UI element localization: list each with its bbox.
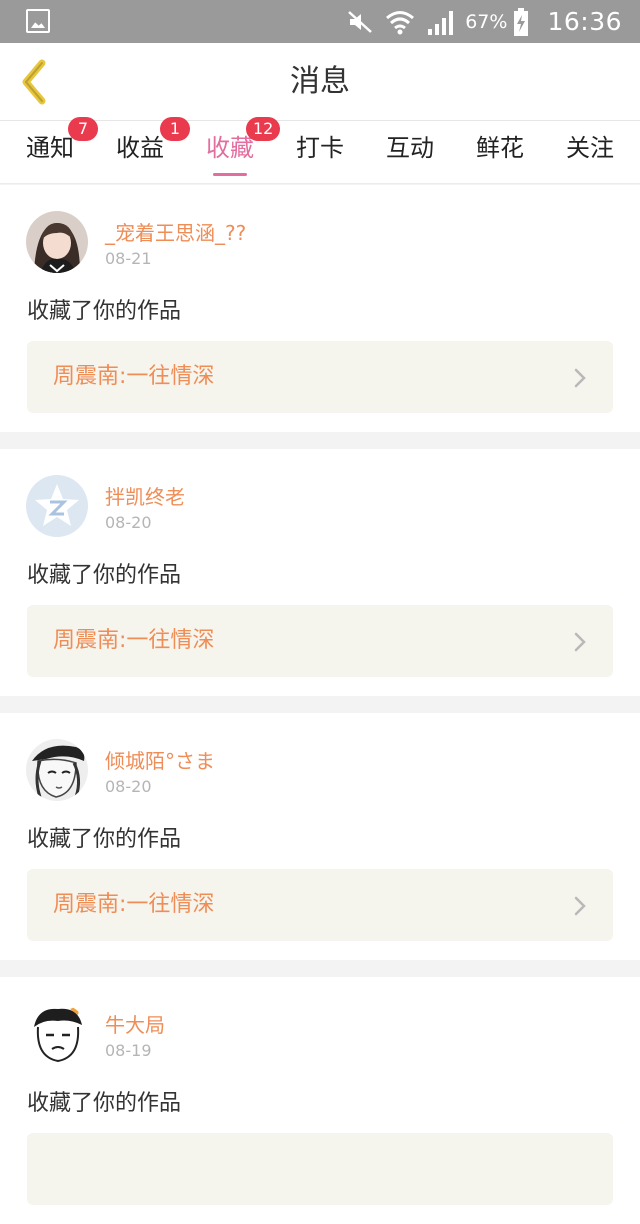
avatar[interactable] xyxy=(26,1003,88,1065)
cartoon-avatar-icon xyxy=(26,1003,88,1065)
photo-avatar-icon xyxy=(26,211,88,273)
work-link[interactable]: 周震南:一往情深 xyxy=(27,341,613,413)
unread-badge: 1 xyxy=(160,117,190,141)
action-text: 收藏了你的作品 xyxy=(27,827,182,852)
tab-label: 关注 xyxy=(566,134,614,162)
tab-flowers[interactable]: 鲜花 xyxy=(462,121,538,184)
username[interactable]: 牛大局 xyxy=(105,1009,165,1038)
clock: 16:36 xyxy=(547,7,622,36)
status-bar: 67% 16:36 xyxy=(0,0,640,43)
action-text: 收藏了你的作品 xyxy=(27,299,182,324)
list-item: 牛大局 08-19 收藏了你的作品 xyxy=(0,977,640,1224)
tab-checkin[interactable]: 打卡 xyxy=(282,121,358,184)
mute-icon xyxy=(348,10,373,33)
default-qq-avatar-icon xyxy=(26,475,88,537)
tab-label: 收藏 xyxy=(206,134,254,162)
tab-favorites[interactable]: 收藏 12 xyxy=(192,117,281,184)
signal-icon xyxy=(428,10,454,35)
work-link[interactable] xyxy=(27,1133,613,1205)
app-header: 消息 xyxy=(0,43,640,121)
battery-percent: 67% xyxy=(465,10,508,33)
tab-follow[interactable]: 关注 xyxy=(552,121,628,184)
action-text: 收藏了你的作品 xyxy=(27,563,182,588)
work-link[interactable]: 周震南:一往情深 xyxy=(27,869,613,941)
tab-label: 通知 xyxy=(26,134,74,162)
username[interactable]: 倾城陌°さま xyxy=(105,745,215,774)
action-text: 收藏了你的作品 xyxy=(27,1091,182,1116)
work-title: 周震南:一往情深 xyxy=(53,628,215,653)
tab-bar: 通知 7 收益 1 收藏 12 打卡 互动 鲜花 关注 xyxy=(0,117,640,184)
timestamp: 08-20 xyxy=(105,777,152,796)
work-title: 周震南:一往情深 xyxy=(53,892,215,917)
anime-avatar-icon xyxy=(26,739,88,801)
tab-label: 打卡 xyxy=(296,134,344,162)
tab-label: 互动 xyxy=(386,134,434,162)
unread-badge: 12 xyxy=(246,117,281,141)
tab-interaction[interactable]: 互动 xyxy=(372,121,448,184)
tab-notifications[interactable]: 通知 7 xyxy=(12,117,98,184)
list-item: 倾城陌°さま 08-20 收藏了你的作品 周震南:一往情深 xyxy=(0,713,640,960)
timestamp: 08-20 xyxy=(105,513,152,532)
tab-label: 收益 xyxy=(116,134,164,162)
list-item: _宠着王思涵_?? 08-21 收藏了你的作品 周震南:一往情深 xyxy=(0,185,640,432)
chevron-right-icon xyxy=(574,632,586,652)
page-title: 消息 xyxy=(290,64,350,99)
battery-charging-icon xyxy=(514,7,529,36)
tab-earnings[interactable]: 收益 1 xyxy=(102,117,190,184)
unread-badge: 7 xyxy=(68,117,98,141)
active-tab-indicator xyxy=(213,173,247,176)
username[interactable]: _宠着王思涵_?? xyxy=(105,217,246,246)
chevron-right-icon xyxy=(574,896,586,916)
wifi-icon xyxy=(386,10,415,34)
chevron-right-icon xyxy=(574,368,586,388)
work-title: 周震南:一往情深 xyxy=(53,364,215,389)
username[interactable]: 拌凯终老 xyxy=(105,481,185,510)
avatar[interactable] xyxy=(26,475,88,537)
work-link[interactable]: 周震南:一往情深 xyxy=(27,605,613,677)
image-icon xyxy=(26,9,50,33)
avatar[interactable] xyxy=(26,211,88,273)
list-item: 拌凯终老 08-20 收藏了你的作品 周震南:一往情深 xyxy=(0,449,640,696)
timestamp: 08-21 xyxy=(105,249,152,268)
tab-label: 鲜花 xyxy=(476,134,524,162)
timestamp: 08-19 xyxy=(105,1041,152,1060)
avatar[interactable] xyxy=(26,739,88,801)
